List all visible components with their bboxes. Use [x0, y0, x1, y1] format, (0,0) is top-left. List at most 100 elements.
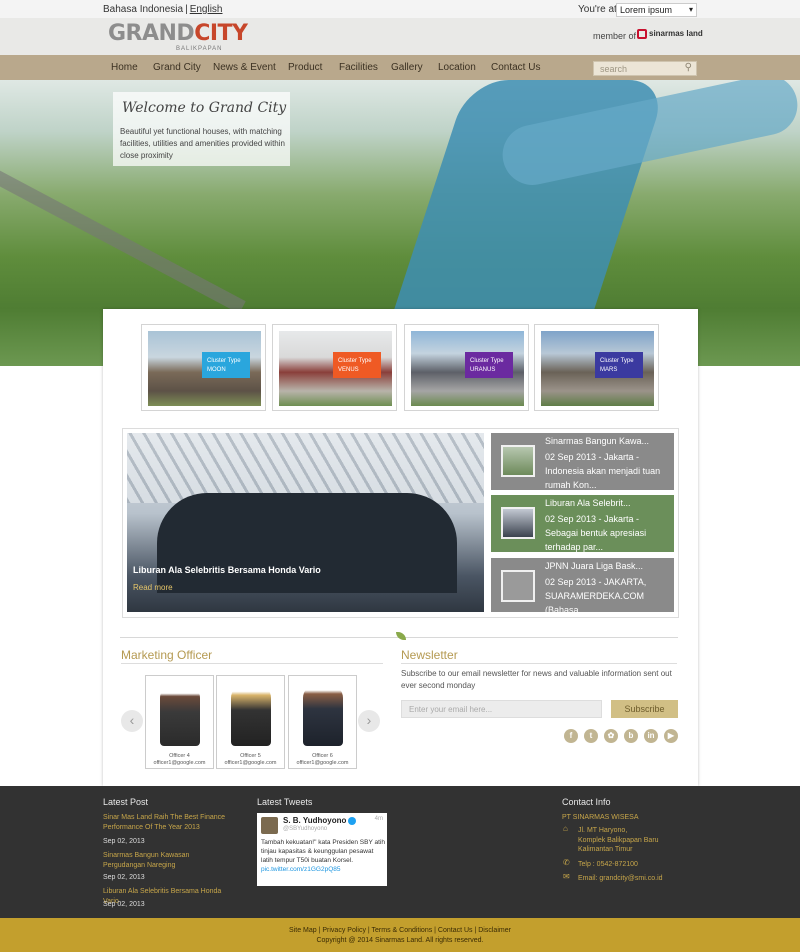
member-of-label: member of [593, 31, 637, 41]
cluster-label: Cluster Type MARS [595, 352, 643, 378]
officer-info: Officer 5 officer1@google.com [217, 753, 284, 767]
nav-location[interactable]: Location [438, 62, 476, 73]
tweet-link[interactable]: pic.twitter.com/z1GG2pQ85 [261, 866, 340, 873]
cluster-label-line1: Cluster Type [600, 358, 634, 364]
tweet-card[interactable]: S. B. Yudhoyono @SBYudhoyono 4m Tambah k… [257, 813, 387, 886]
officer-email: officer1@google.com [224, 760, 277, 766]
side-news-body: 02 Sep 2013 - Jakarta - Sebagai bentuk a… [545, 514, 647, 552]
featured-news-title[interactable]: Liburan Ala Selebritis Bersama Honda Var… [133, 565, 321, 575]
welcome-text: Beautiful yet functional houses, with ma… [120, 127, 285, 160]
contact-phone: Telp : 0542-872100 [578, 861, 638, 868]
contact-address-line: Kalimantan Timur [578, 846, 633, 853]
nav-gallery[interactable]: Gallery [391, 62, 423, 73]
contact-email[interactable]: Email: grandcity@smi.co.id [578, 874, 663, 883]
location-label: You're at [578, 4, 617, 15]
newsletter-title-underline [401, 663, 677, 664]
contact-info-heading: Contact Info [562, 797, 611, 807]
cluster-card-moon[interactable]: Cluster Type MOON [141, 324, 266, 411]
linkedin-icon[interactable]: in [644, 729, 658, 743]
nav-contact-us[interactable]: Contact Us [491, 62, 540, 73]
sinarmas-land-logo[interactable]: sinarmas land [637, 29, 703, 39]
cluster-card-venus[interactable]: Cluster Type VENUS [272, 324, 397, 411]
cluster-label-line2: VENUS [338, 367, 359, 373]
cluster-label: Cluster Type MOON [202, 352, 250, 378]
side-news-title: Liburan Ala Selebrit... [545, 498, 631, 508]
search-placeholder: search [600, 64, 628, 74]
tweet-text-block: Tambah kekuatan!" kata Presiden SBY atih… [261, 838, 385, 874]
contact-address-line: Jl. MT Haryono, [578, 827, 628, 834]
side-news-body: 02 Sep 2013 - Jakarta - Indonesia akan m… [545, 452, 661, 490]
search-input[interactable]: search ⚲ [593, 61, 697, 76]
lang-indonesia-link[interactable]: Bahasa Indonesia [103, 4, 183, 15]
latest-post-heading: Latest Post [103, 797, 149, 807]
newsletter-email-placeholder: Enter your email here... [409, 705, 493, 714]
latest-post-link[interactable]: Sinar Mas Land Raih The Best Finance Per… [103, 813, 228, 833]
side-news-item[interactable]: Sinarmas Bangun Kawa... 02 Sep 2013 - Ja… [491, 433, 674, 490]
newsletter-email-input[interactable]: Enter your email here... [401, 700, 602, 718]
cluster-label-line1: Cluster Type [207, 358, 241, 364]
facebook-icon[interactable]: f [564, 729, 578, 743]
location-select[interactable]: Lorem ipsum ▾ [616, 3, 697, 17]
cluster-label: Cluster Type URANUS [465, 352, 513, 378]
cluster-label-line1: Cluster Type [470, 358, 504, 364]
officer-card[interactable]: Officer 4 officer1@google.com [145, 675, 214, 769]
officer-name: Officer 4 [169, 753, 190, 759]
officer-card[interactable]: Officer 6 officer1@google.com [288, 675, 357, 769]
youtube-icon[interactable]: ▶ [664, 729, 678, 743]
nav-news-event[interactable]: News & Event [213, 62, 276, 73]
officer-name: Officer 6 [312, 753, 333, 759]
blogger-icon[interactable]: b [624, 729, 638, 743]
nav-grand-city[interactable]: Grand City [153, 62, 201, 73]
latest-post-date: Sep 02, 2013 [103, 901, 145, 908]
phone-icon: ✆ [563, 858, 570, 867]
welcome-box: Welcome to Grand City Beautiful yet func… [113, 92, 290, 166]
tweet-author: S. B. Yudhoyono [283, 816, 357, 825]
tweet-author-name: S. B. Yudhoyono [283, 816, 347, 825]
cluster-card-uranus[interactable]: Cluster Type URANUS [404, 324, 529, 411]
flickr-icon[interactable]: ✿ [604, 729, 618, 743]
officer-photo [303, 684, 343, 746]
officer-photo [231, 684, 271, 746]
logo-grand-text: GRAND [108, 21, 195, 46]
contact-company: PT SINARMAS WISESA [562, 814, 639, 821]
side-news-body: 02 Sep 2013 - JAKARTA, SUARAMERDEKA.COM … [545, 577, 647, 612]
cluster-label-line2: URANUS [470, 367, 496, 373]
chevron-down-icon: ▾ [688, 5, 693, 14]
carousel-prev-button[interactable]: ‹ [121, 710, 143, 732]
home-icon: ⌂ [563, 824, 568, 833]
footer-links[interactable]: Site Map | Privacy Policy | Terms & Cond… [0, 927, 800, 934]
grandcity-logo[interactable]: GRANDCITY [108, 21, 248, 46]
latest-post-date: Sep 02, 2013 [103, 874, 145, 881]
tweet-text: Tambah kekuatan!" kata Presiden SBY atih… [261, 839, 385, 864]
search-icon[interactable]: ⚲ [685, 62, 692, 73]
cluster-label-line2: MOON [207, 367, 226, 373]
nav-product[interactable]: Product [288, 62, 322, 73]
subscribe-button[interactable]: Subscribe [611, 700, 678, 718]
nav-facilities[interactable]: Facilities [339, 62, 378, 73]
side-news-item[interactable]: Liburan Ala Selebrit... 02 Sep 2013 - Ja… [491, 495, 674, 552]
copyright: Copyright @ 2014 Sinarmas Land. All righ… [316, 937, 484, 944]
sinarmas-logo-text: sinarmas land [649, 29, 703, 39]
side-news-thumbnail [501, 445, 535, 477]
contact-address-line: Komplek Balikpapan Baru [578, 837, 659, 844]
latest-tweets-heading: Latest Tweets [257, 797, 313, 807]
lang-separator: | [185, 4, 188, 15]
twitter-icon[interactable]: t [584, 729, 598, 743]
tweet-avatar [261, 817, 278, 834]
side-news-item[interactable]: JPNN Juara Liga Bask... 02 Sep 2013 - JA… [491, 558, 674, 612]
cluster-card-mars[interactable]: Cluster Type MARS [534, 324, 659, 411]
officer-card[interactable]: Officer 5 officer1@google.com [216, 675, 285, 769]
featured-news-image[interactable] [127, 433, 484, 612]
featured-read-more-link[interactable]: Read more [133, 583, 173, 592]
logo-subtitle: BALIKPAPAN [176, 46, 223, 52]
featured-group-photo [157, 493, 457, 593]
lang-english-link[interactable]: English [190, 4, 223, 15]
sinarmas-mark-icon [637, 29, 647, 39]
officer-info: Officer 6 officer1@google.com [289, 753, 356, 767]
nav-home[interactable]: Home [111, 62, 138, 73]
latest-post-link[interactable]: Sinarmas Bangun Kawasan Pergudangan Nare… [103, 851, 228, 871]
top-bar: Bahasa Indonesia | English You're at Lorem… [0, 0, 800, 18]
location-select-value: Lorem ipsum [620, 5, 673, 15]
bottom-bar [0, 918, 800, 952]
carousel-next-button[interactable]: › [358, 710, 380, 732]
